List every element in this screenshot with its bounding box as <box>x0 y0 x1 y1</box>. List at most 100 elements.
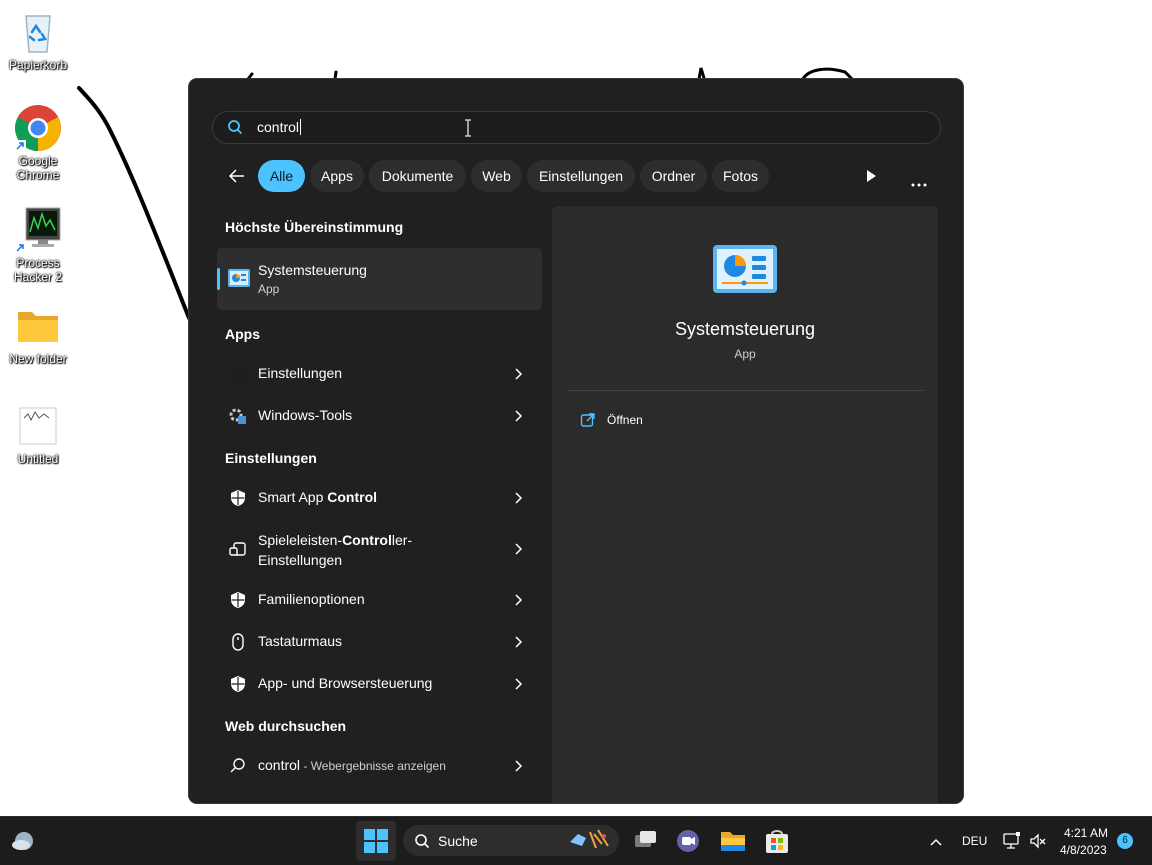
weather-widget-icon[interactable] <box>11 830 35 857</box>
desktop-icon-chrome[interactable]: Google Chrome <box>0 104 76 182</box>
desktop-icon-label: Untitled <box>17 452 59 466</box>
match-highlight: Control <box>342 532 392 548</box>
clock-date[interactable]: 4/8/2023 <box>1060 843 1107 857</box>
game-bar-icon <box>229 540 247 558</box>
microsoft-store-icon[interactable] <box>765 828 789 859</box>
label-text: Einstellungen <box>258 552 343 568</box>
taskbar: Suche DEU 4:21 AM 4/8/2023 6 <box>0 816 1152 865</box>
preview-app-name: Systemsteuerung <box>674 319 816 339</box>
setting-result-family-options[interactable]: Familienoptionen <box>217 580 542 620</box>
desktop-icon-label: Google Chrome <box>16 154 60 182</box>
label-text: ler- <box>391 532 413 548</box>
desktop-icon-label: Papierkorb <box>8 58 68 72</box>
clock-time[interactable]: 4:21 AM <box>1064 826 1108 840</box>
search-query[interactable]: control <box>257 119 302 135</box>
open-action-label: Öffnen <box>607 413 643 427</box>
preview-divider <box>568 390 923 391</box>
filter-chip-apps[interactable]: Apps <box>310 160 364 192</box>
web-search-result[interactable]: control - Webergebnisse anzeigen <box>217 746 542 786</box>
app-result-label: Einstellungen <box>258 365 343 381</box>
chevron-right-icon[interactable] <box>513 367 523 386</box>
setting-result-label: Familienoptionen <box>258 591 365 607</box>
chevron-right-icon[interactable] <box>513 677 523 696</box>
shield-icon <box>229 591 247 609</box>
preview-pane: Systemsteuerung App Öffnen <box>552 206 938 803</box>
taskbar-search-box[interactable]: Suche <box>403 825 619 856</box>
control-panel-large-icon <box>712 244 778 301</box>
notification-badge[interactable]: 6 <box>1117 833 1133 849</box>
folder-icon <box>14 302 62 350</box>
label-text: Spieleleisten- <box>258 532 343 548</box>
filter-chip-documents[interactable]: Dokumente <box>369 160 466 192</box>
app-result-windows-tools[interactable]: Windows-Tools <box>217 396 542 436</box>
task-view-icon[interactable] <box>633 829 657 856</box>
setting-result-smart-app-control[interactable]: Smart App Control <box>217 478 542 518</box>
chevron-right-icon[interactable] <box>513 759 523 778</box>
app-result-settings[interactable]: Einstellungen <box>217 354 542 394</box>
setting-result-label: App- und Browsersteuerung <box>258 675 433 691</box>
language-indicator[interactable]: DEU <box>962 834 987 848</box>
chevron-right-icon[interactable] <box>513 542 523 561</box>
file-explorer-icon[interactable] <box>720 829 746 858</box>
settings-heading: Einstellungen <box>225 450 317 466</box>
windows-tools-icon <box>229 407 247 425</box>
label-text: Smart App <box>258 489 328 505</box>
chevron-right-icon[interactable] <box>513 635 523 654</box>
process-hacker-icon <box>14 206 62 254</box>
image-file-icon <box>14 402 62 450</box>
web-result-label: control - Webergebnisse anzeigen <box>258 757 446 773</box>
shield-icon <box>229 675 247 693</box>
start-button[interactable] <box>356 821 396 861</box>
filter-chip-photos[interactable]: Fotos <box>712 160 769 192</box>
search-highlight-icon <box>568 828 612 857</box>
mouse-icon <box>229 633 247 651</box>
chrome-icon <box>14 104 62 152</box>
chevron-right-icon[interactable] <box>513 409 523 428</box>
filter-chip-all[interactable]: Alle <box>258 160 305 192</box>
back-arrow-icon[interactable] <box>227 166 247 191</box>
search-input[interactable]: control <box>212 111 941 144</box>
setting-result-label: Smart App Control <box>258 489 377 505</box>
match-highlight: Control <box>327 489 378 505</box>
desktop-icon-recycle-bin[interactable]: Papierkorb <box>0 8 76 72</box>
more-options-icon[interactable] <box>911 174 927 192</box>
search-icon <box>414 833 430 854</box>
windows-logo-icon <box>364 829 388 853</box>
chevron-right-icon[interactable] <box>513 491 523 510</box>
setting-result-game-controller[interactable]: Spieleleisten-Controller- Einstellungen <box>217 529 542 569</box>
filter-chip-folders[interactable]: Ordner <box>640 160 707 192</box>
setting-result-mouse-keys[interactable]: Tastaturmaus <box>217 622 542 662</box>
filter-chip-settings[interactable]: Einstellungen <box>527 160 635 192</box>
filter-chip-web[interactable]: Web <box>471 160 522 192</box>
web-query: control <box>258 757 301 773</box>
app-result-label: Windows-Tools <box>258 407 353 423</box>
web-hint: - Webergebnisse anzeigen <box>300 759 446 773</box>
chevron-up-icon[interactable] <box>929 834 943 852</box>
network-icon[interactable] <box>1003 832 1021 855</box>
best-match-type: App <box>258 282 280 296</box>
desktop-icon-label: New folder <box>9 352 67 366</box>
chevron-right-icon[interactable] <box>513 593 523 612</box>
volume-muted-icon[interactable] <box>1029 832 1047 855</box>
text-cursor-icon <box>464 119 472 142</box>
play-more-filters-icon[interactable] <box>864 169 878 188</box>
best-match-heading: Höchste Übereinstimmung <box>225 219 404 235</box>
desktop-icon-process-hacker[interactable]: Process Hacker 2 <box>0 206 76 284</box>
open-external-icon <box>580 412 596 431</box>
desktop-icon-new-folder[interactable]: New folder <box>0 302 76 366</box>
best-match-result[interactable]: Systemsteuerung App <box>217 248 542 310</box>
apps-heading: Apps <box>225 326 260 342</box>
selection-indicator <box>217 268 220 290</box>
shield-icon <box>229 489 247 507</box>
search-icon <box>227 119 243 140</box>
setting-result-label: Tastaturmaus <box>258 633 343 649</box>
teams-chat-icon[interactable] <box>676 829 700 858</box>
start-search-panel: control Alle Apps Dokumente Web Einstell… <box>189 79 963 803</box>
setting-result-app-browser-control[interactable]: App- und Browsersteuerung <box>217 664 542 704</box>
control-panel-icon <box>227 268 251 293</box>
web-search-heading: Web durchsuchen <box>225 718 347 734</box>
search-icon <box>229 757 247 775</box>
desktop-icon-untitled[interactable]: Untitled <box>0 402 76 466</box>
recycle-bin-icon <box>14 8 62 56</box>
best-match-name: Systemsteuerung <box>258 262 367 278</box>
